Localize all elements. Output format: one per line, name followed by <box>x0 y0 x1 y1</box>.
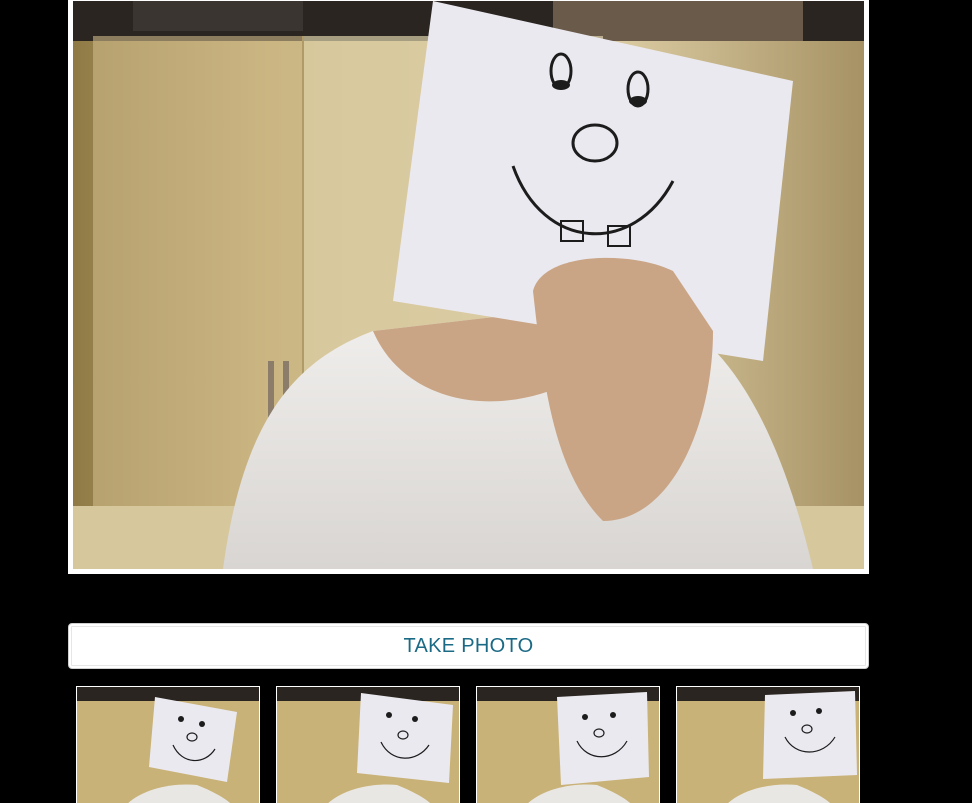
photo-booth-app: TAKE PHOTO <box>0 0 972 803</box>
thumbnail-image <box>677 687 859 803</box>
thumbnail-frame <box>276 686 460 803</box>
thumbnail-image <box>277 687 459 803</box>
photo-thumbnail[interactable] <box>268 680 468 803</box>
thumbnail-frame <box>676 686 860 803</box>
photo-strip <box>68 680 869 803</box>
take-photo-button[interactable]: TAKE PHOTO <box>68 623 869 669</box>
webcam-frame <box>73 1 864 569</box>
camera-preview <box>68 0 869 574</box>
photo-thumbnail[interactable] <box>468 680 668 803</box>
thumbnail-image <box>477 687 659 803</box>
photo-thumbnail[interactable] <box>668 680 868 803</box>
photo-thumbnail[interactable] <box>68 680 268 803</box>
thumbnail-image <box>77 687 259 803</box>
thumbnail-frame <box>476 686 660 803</box>
thumbnail-frame <box>76 686 260 803</box>
